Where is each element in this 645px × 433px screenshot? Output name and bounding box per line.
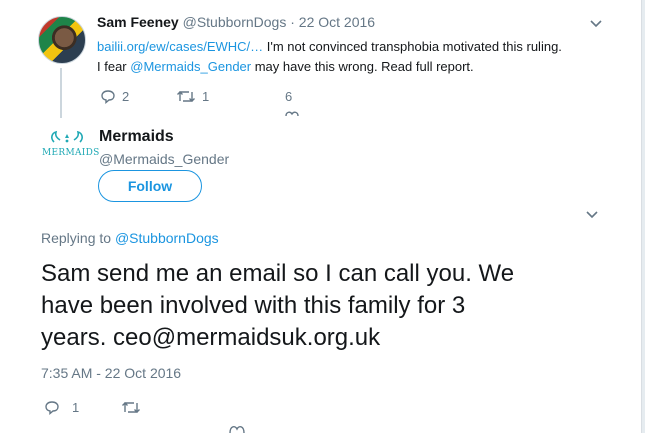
main-text-line-3: years. ceo@mermaidsuk.org.uk (41, 324, 381, 351)
header-separator: · (290, 14, 295, 30)
mermaids-logo-text: MERMAIDS (42, 148, 100, 158)
parent-reply-action[interactable]: 2 (100, 89, 129, 104)
mermaids-logo-graphic-icon (51, 130, 83, 143)
sam-feeney-avatar[interactable] (38, 16, 86, 64)
mermaids-mention-link[interactable]: @Mermaids_Gender (130, 59, 251, 74)
follow-button[interactable]: Follow (98, 170, 202, 202)
replying-to-line: Replying to @StubbornDogs (41, 230, 219, 246)
chevron-down-icon[interactable] (585, 210, 599, 220)
main-reply-action[interactable]: 1 (44, 400, 79, 415)
retweet-icon (177, 91, 195, 102)
tweet-conversation-panel: Sam Feeney @StubbornDogs · 22 Oct 2016 b… (0, 0, 642, 433)
parent-retweet-action[interactable]: 1 (176, 89, 209, 104)
parent-handle[interactable]: @StubbornDogs (183, 14, 287, 30)
parent-date[interactable]: 22 Oct 2016 (299, 14, 375, 30)
retweet-icon (122, 402, 140, 413)
main-text-line-1: Sam send me an email so I can call you. … (41, 260, 515, 287)
main-reply-count: 1 (72, 400, 80, 415)
parent-retweet-count: 1 (202, 89, 210, 104)
reply-icon (45, 401, 59, 415)
main-timestamp[interactable]: 7:35 AM - 22 Oct 2016 (41, 365, 181, 381)
thread-connector-line (60, 68, 62, 118)
heart-icon (285, 111, 299, 116)
main-text-line-2: have been involved with this family for … (41, 292, 466, 319)
parent-text-part1: I'm not convinced transphobia motivated … (263, 39, 562, 54)
main-handle[interactable]: @Mermaids_Gender (99, 151, 229, 167)
main-display-name[interactable]: Mermaids (99, 128, 174, 146)
parent-tweet-header: Sam Feeney @StubbornDogs · 22 Oct 2016 (97, 14, 375, 30)
parent-like-action[interactable]: 6 (285, 89, 292, 104)
main-retweet-action[interactable] (121, 400, 141, 415)
parent-tweet-text: bailii.org/ew/cases/EWHC/… I'm not convi… (97, 37, 617, 77)
parent-like-count: 6 (285, 89, 293, 104)
parent-display-name[interactable]: Sam Feeney (97, 14, 179, 30)
replying-to-handle[interactable]: @StubbornDogs (115, 230, 219, 246)
reply-icon (101, 90, 115, 104)
chevron-down-icon[interactable] (589, 19, 603, 29)
parent-text-part3: may have this wrong. Read full report. (251, 59, 474, 74)
replying-to-label: Replying to (41, 230, 115, 246)
parent-text-part2: I fear (97, 59, 131, 74)
bailii-link[interactable]: bailii.org/ew/cases/EWHC/… (97, 39, 263, 54)
parent-reply-count: 2 (122, 89, 130, 104)
heart-icon[interactable] (228, 424, 246, 433)
main-tweet-text: Sam send me an email so I can call you. … (41, 258, 631, 354)
